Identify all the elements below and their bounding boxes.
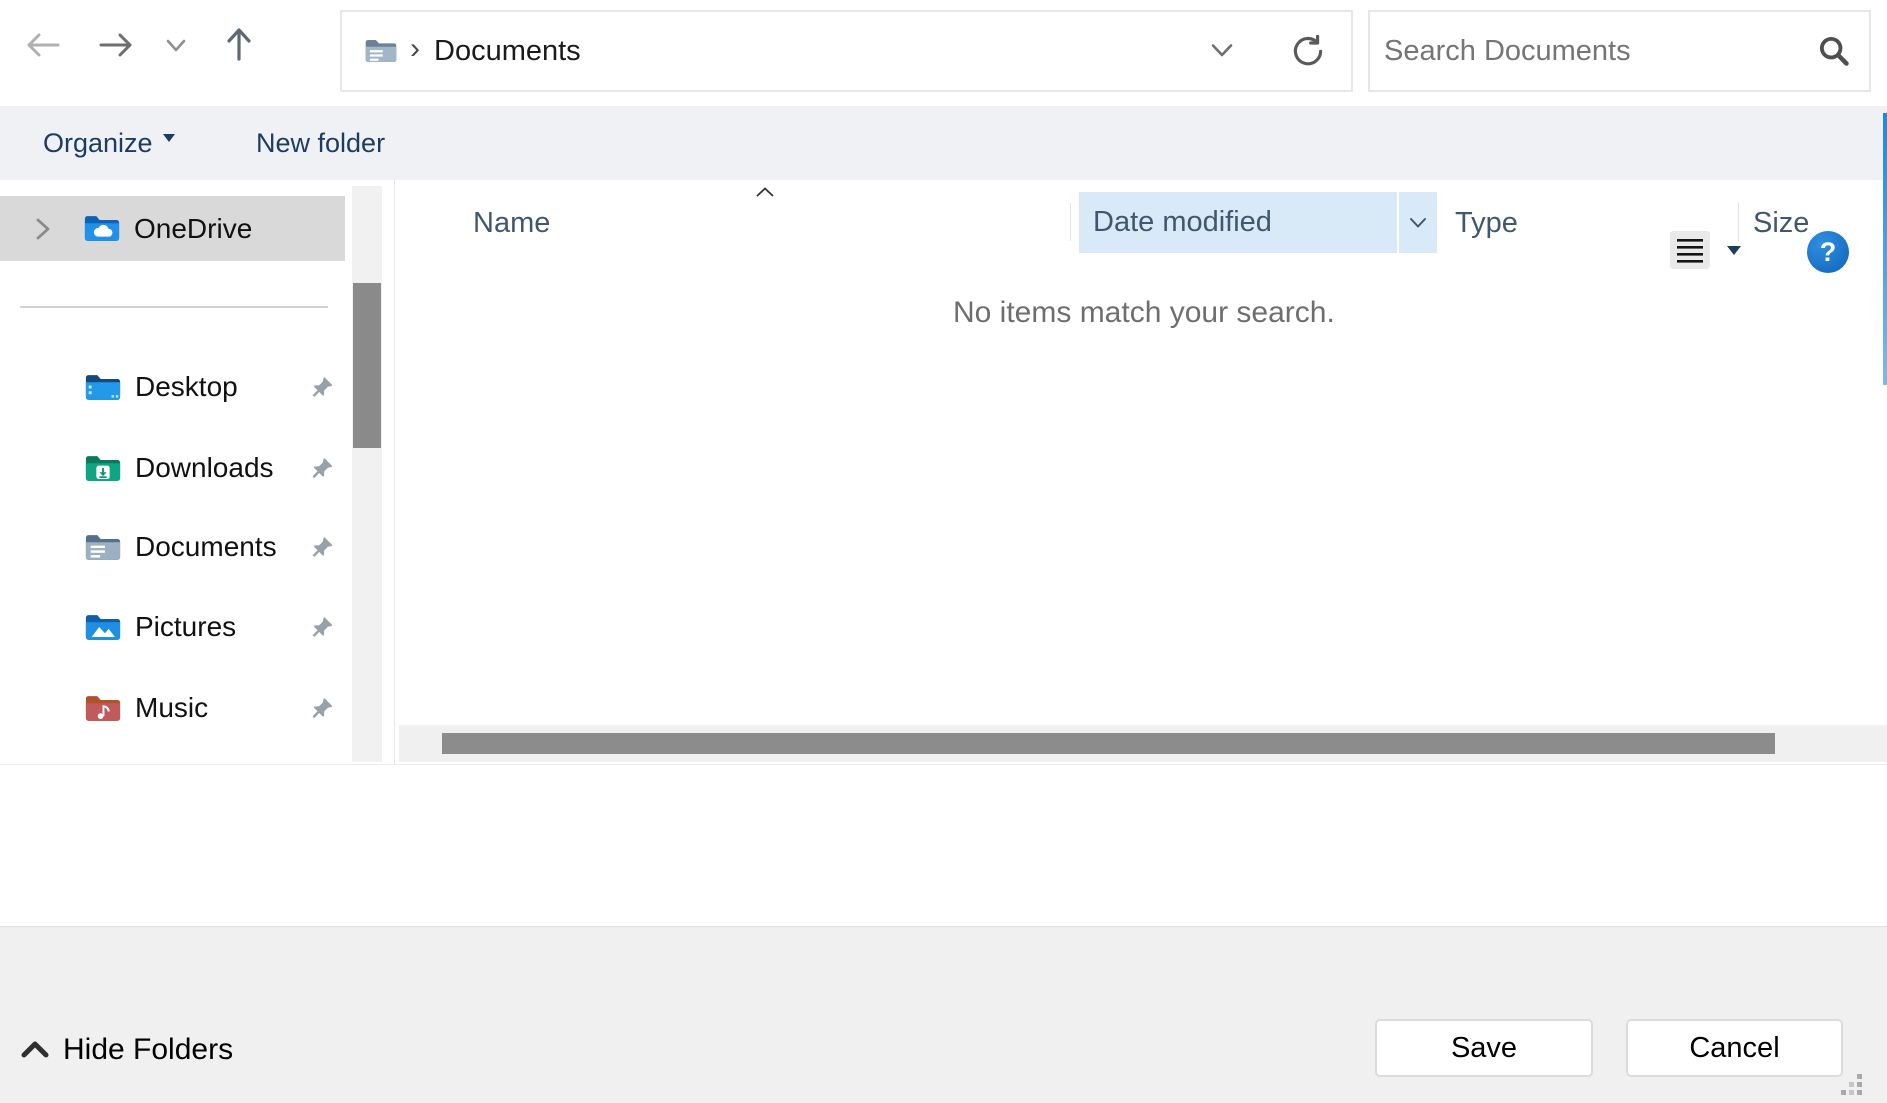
sidebar-item-label: OneDrive — [134, 213, 252, 245]
background-app-edge — [1883, 113, 1887, 385]
up-arrow-icon[interactable] — [225, 26, 253, 62]
onedrive-folder-icon — [83, 213, 121, 244]
dialog-footer — [0, 926, 1887, 1103]
sidebar-item-label: Pictures — [135, 611, 236, 643]
address-dropdown-chevron-icon[interactable] — [1209, 42, 1235, 59]
pin-icon — [311, 457, 334, 480]
recent-locations-chevron-icon[interactable] — [165, 38, 187, 53]
search-input[interactable] — [1370, 35, 1811, 68]
save-dialog-window: › Documents Organize New fo — [0, 0, 1887, 1103]
sidebar-scrollbar-thumb[interactable] — [353, 283, 381, 448]
column-header-date-modified-label: Date modified — [1093, 206, 1272, 239]
sidebar-item-pictures[interactable]: Pictures — [0, 595, 345, 659]
documents-folder-icon — [84, 532, 122, 563]
organize-label: Organize — [43, 128, 153, 159]
sidebar-item-label: Documents — [135, 531, 277, 563]
pin-icon — [311, 616, 334, 639]
pin-icon — [311, 376, 334, 399]
empty-folder-message: No items match your search. — [953, 296, 1335, 330]
folder-icon — [364, 37, 398, 65]
address-bar[interactable]: › Documents — [340, 10, 1353, 92]
sidebar-item-label: Desktop — [135, 371, 238, 403]
desktop-folder-icon — [84, 372, 122, 403]
breadcrumb-chevron-icon: › — [410, 32, 420, 66]
forward-arrow-icon[interactable] — [97, 32, 135, 58]
organize-caret-icon — [163, 134, 175, 142]
new-folder-button[interactable]: New folder — [256, 106, 385, 180]
navigation-bar: › Documents — [0, 0, 1887, 106]
command-toolbar: Organize New folder ? — [0, 106, 1887, 180]
column-header-date-modified[interactable]: Date modified — [1079, 192, 1397, 253]
resize-grip[interactable] — [1842, 1074, 1864, 1096]
horizontal-scrollbar[interactable] — [399, 725, 1887, 762]
column-header-type[interactable]: Type — [1455, 207, 1518, 240]
back-arrow-icon[interactable] — [24, 32, 62, 58]
column-header-name[interactable]: Name — [473, 207, 550, 240]
hide-folders-button[interactable]: Hide Folders — [20, 1033, 233, 1067]
sidebar-item-onedrive[interactable]: OneDrive — [0, 196, 345, 261]
pin-icon — [311, 536, 334, 559]
save-button[interactable]: Save — [1375, 1019, 1593, 1077]
sidebar-item-documents[interactable]: Documents — [0, 515, 345, 579]
help-button[interactable]: ? — [1807, 231, 1849, 273]
sidebar-item-music[interactable]: Music — [0, 676, 345, 740]
sidebar-scrollbar[interactable] — [352, 186, 382, 762]
expand-chevron-icon[interactable] — [33, 215, 53, 243]
sidebar-item-desktop[interactable]: Desktop — [0, 355, 345, 419]
column-separator[interactable] — [1738, 203, 1739, 241]
hide-folders-label: Hide Folders — [63, 1033, 233, 1067]
view-mode-caret-icon[interactable] — [1727, 246, 1741, 255]
breadcrumb-current-folder[interactable]: Documents — [434, 35, 581, 68]
view-mode-button[interactable] — [1670, 231, 1710, 269]
sort-ascending-caret-icon — [755, 187, 775, 198]
horizontal-scrollbar-thumb[interactable] — [442, 733, 1775, 754]
downloads-folder-icon — [84, 453, 122, 484]
sidebar-item-downloads[interactable]: Downloads — [0, 436, 345, 500]
search-box[interactable] — [1368, 10, 1871, 92]
file-form: File name: Save as type: Text file — [0, 764, 1887, 926]
list-view-icon — [1676, 237, 1704, 263]
column-separator[interactable] — [1070, 203, 1071, 241]
cancel-button[interactable]: Cancel — [1626, 1019, 1843, 1077]
refresh-icon[interactable] — [1291, 35, 1325, 69]
pane-divider — [394, 180, 395, 764]
search-icon[interactable] — [1817, 34, 1851, 68]
music-folder-icon — [84, 693, 122, 724]
pictures-folder-icon — [84, 612, 122, 643]
help-question-glyph: ? — [1820, 237, 1837, 268]
organize-button[interactable]: Organize — [43, 106, 175, 180]
column-header-size[interactable]: Size — [1753, 207, 1809, 240]
date-modified-filter-chevron-icon[interactable] — [1399, 192, 1437, 253]
sidebar-item-label: Downloads — [135, 452, 274, 484]
sidebar-item-label: Music — [135, 692, 208, 724]
pin-icon — [311, 697, 334, 720]
sidebar-divider — [20, 306, 328, 308]
chevron-up-icon — [20, 1040, 50, 1060]
new-folder-label: New folder — [256, 128, 385, 159]
